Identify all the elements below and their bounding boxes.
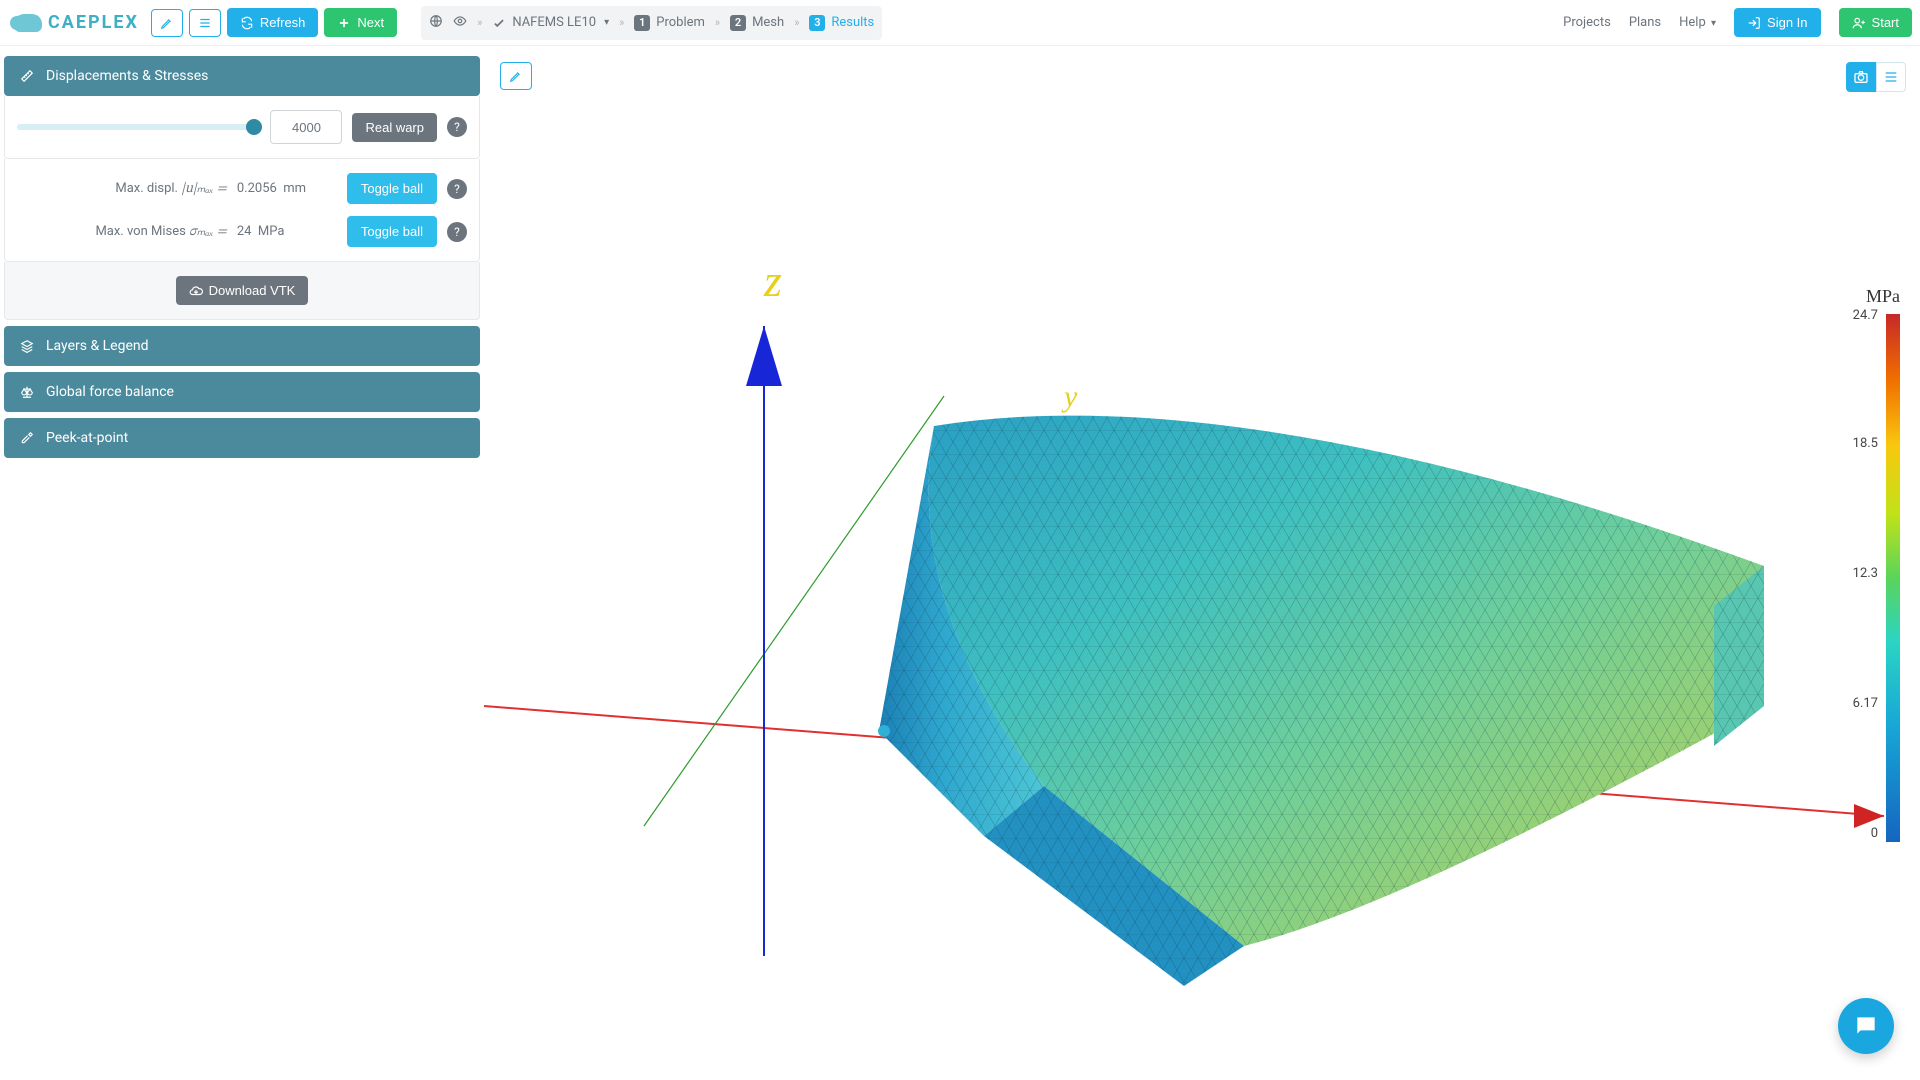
- next-label: Next: [357, 15, 384, 30]
- refresh-button[interactable]: Refresh: [227, 8, 319, 37]
- step-results[interactable]: 3 Results: [809, 15, 874, 31]
- legend-tick: 12.3: [1853, 566, 1878, 581]
- eye-icon[interactable]: [453, 14, 467, 32]
- help-icon[interactable]: ?: [447, 117, 467, 137]
- color-legend: MPa 24.7 18.5 12.3 6.17 0: [1820, 286, 1900, 315]
- cloud-download-icon: [189, 284, 203, 298]
- next-button[interactable]: Next: [324, 8, 397, 37]
- step-problem[interactable]: 1 Problem: [634, 15, 705, 31]
- nav-plans[interactable]: Plans: [1629, 15, 1661, 30]
- nav-help[interactable]: Help ▾: [1679, 15, 1716, 30]
- eyedropper-icon: [20, 431, 34, 445]
- warp-slider[interactable]: [17, 124, 260, 130]
- max-displacement-value: 0.2056 mm: [237, 181, 337, 196]
- cloud-icon: [14, 14, 42, 32]
- toggle-ball-vonmises[interactable]: Toggle ball: [347, 216, 437, 247]
- legend-tick: 24.7: [1853, 308, 1878, 323]
- ruler-icon: [20, 69, 34, 83]
- chevron-down-icon: ▾: [604, 17, 609, 28]
- slider-thumb[interactable]: [246, 119, 262, 135]
- panel-peek-header[interactable]: Peek-at-point: [4, 418, 480, 458]
- project-dropdown[interactable]: NAFEMS LE10 ▾: [492, 15, 609, 30]
- app-name: CAEPLEX: [48, 12, 139, 33]
- step-mesh[interactable]: 2 Mesh: [730, 15, 784, 31]
- mesh-render: z y: [484, 46, 1920, 1080]
- start-button[interactable]: Start: [1839, 8, 1912, 37]
- user-plus-icon: [1852, 16, 1866, 30]
- legend-gradient: [1886, 314, 1900, 842]
- warp-value-input[interactable]: [270, 110, 342, 144]
- app-logo[interactable]: CAEPLEX: [8, 12, 145, 33]
- max-von-mises-value: 24 MPa: [237, 224, 337, 239]
- balance-icon: [20, 385, 34, 399]
- nav-projects[interactable]: Projects: [1563, 15, 1611, 30]
- refresh-icon: [240, 16, 254, 30]
- signin-icon: [1747, 16, 1761, 30]
- panel-layers-header[interactable]: Layers & Legend: [4, 326, 480, 366]
- real-warp-button[interactable]: Real warp: [352, 113, 437, 142]
- max-von-mises-label: Max. von Mises σₘₐₓ =: [17, 223, 227, 241]
- legend-unit: MPa: [1820, 286, 1900, 307]
- toggle-ball-displacement[interactable]: Toggle ball: [347, 173, 437, 204]
- menu-button[interactable]: [189, 9, 221, 37]
- help-icon[interactable]: ?: [447, 222, 467, 242]
- pencil-icon: [160, 16, 174, 30]
- chat-icon: [1853, 1013, 1879, 1039]
- legend-tick: 0: [1871, 826, 1878, 841]
- legend-tick: 18.5: [1853, 436, 1878, 451]
- legend-tick: 6.17: [1853, 696, 1878, 711]
- panel-displacements-header[interactable]: Displacements & Stresses: [4, 56, 480, 96]
- layers-icon: [20, 339, 34, 353]
- breadcrumb: » NAFEMS LE10 ▾ » 1 Problem » 2 Mesh » 3…: [421, 6, 882, 40]
- refresh-label: Refresh: [260, 15, 306, 30]
- chat-button[interactable]: [1838, 998, 1894, 1054]
- max-displacement-label: Max. displ. |u|ₘₐₓ =: [17, 180, 227, 198]
- signin-button[interactable]: Sign In: [1734, 8, 1820, 37]
- hamburger-icon: [198, 16, 212, 30]
- check-icon: [492, 16, 506, 30]
- globe-icon[interactable]: [429, 14, 443, 32]
- panel-balance-header[interactable]: Global force balance: [4, 372, 480, 412]
- download-vtk-button[interactable]: Download VTK: [176, 276, 309, 305]
- viewport-3d[interactable]: z y MPa 24.7 18.5 12.3 6.17 0: [484, 46, 1920, 1080]
- plus-icon: [337, 16, 351, 30]
- axis-z-label: z: [763, 255, 782, 306]
- help-icon[interactable]: ?: [447, 179, 467, 199]
- axis-y-label: y: [1061, 380, 1078, 413]
- chevron-down-icon: ▾: [1711, 18, 1716, 29]
- edit-button[interactable]: [151, 9, 183, 37]
